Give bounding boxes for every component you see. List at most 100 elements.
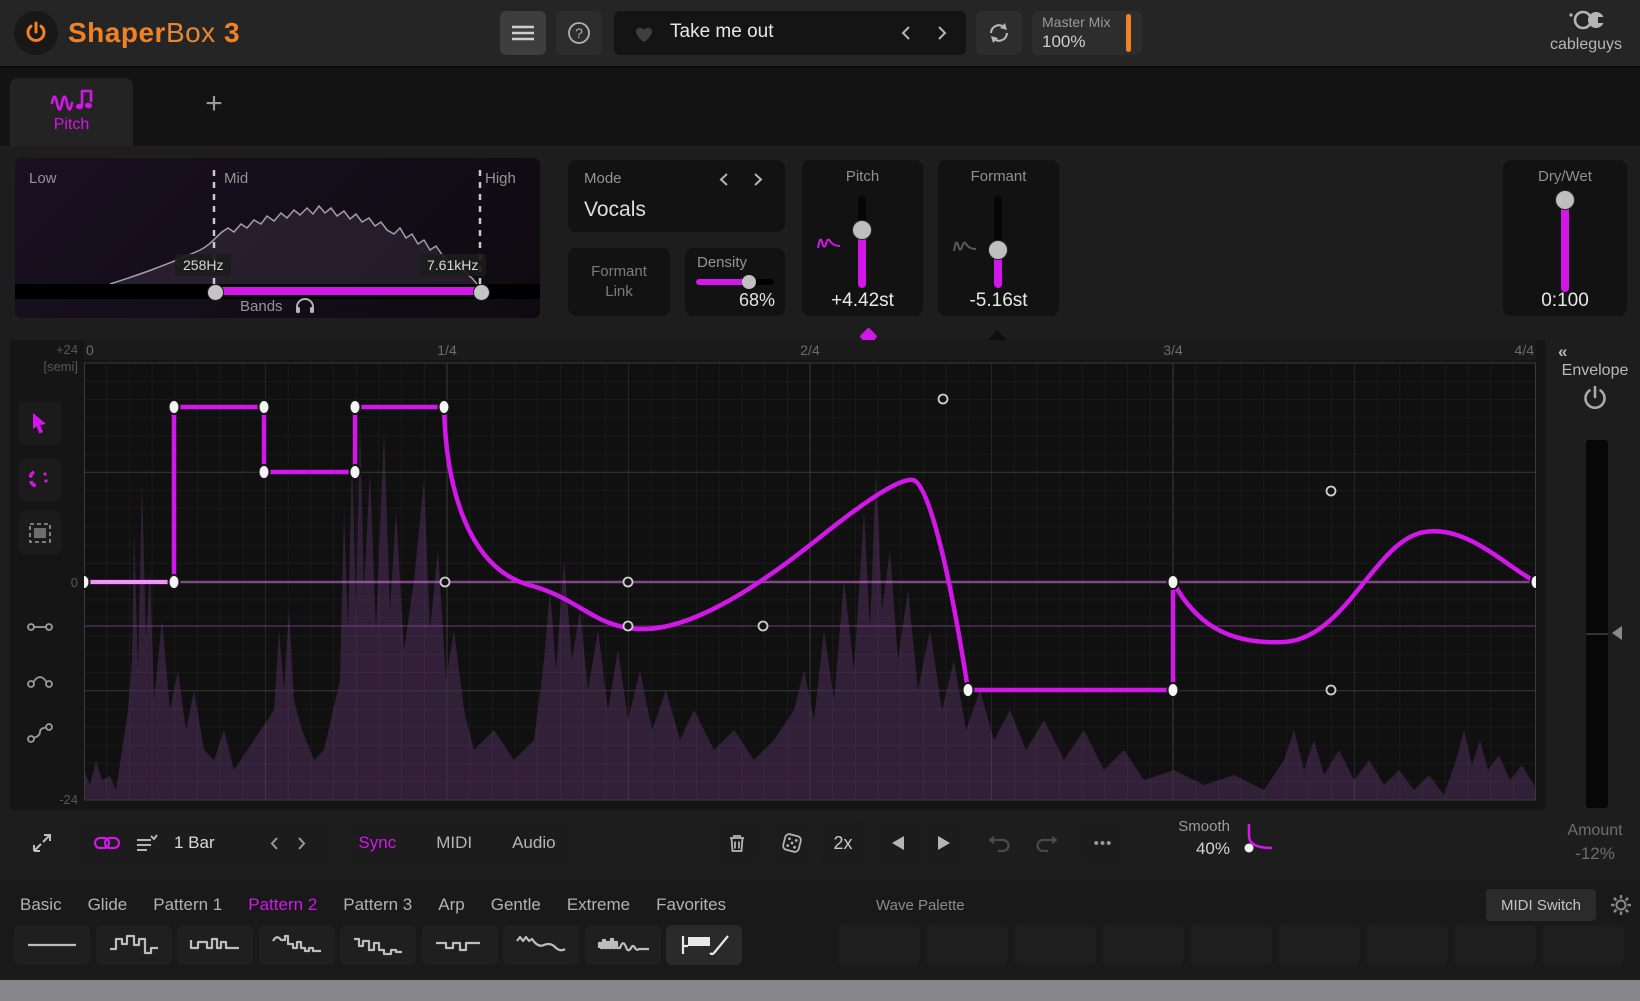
headphones-icon[interactable]: [295, 298, 315, 313]
link-icon[interactable]: [94, 836, 120, 850]
plugin-power-button[interactable]: [14, 11, 58, 55]
double-wave-button[interactable]: 2x: [821, 821, 865, 865]
shift-left-button[interactable]: [876, 821, 920, 865]
mode-panel[interactable]: Mode Vocals: [568, 160, 785, 232]
envelope-point[interactable]: [84, 575, 90, 589]
mode-prev-button[interactable]: [718, 172, 730, 187]
wave-palette-slot[interactable]: [838, 925, 920, 965]
formant-envelope-glyph[interactable]: [952, 235, 978, 255]
smooth-control[interactable]: Smooth 40%: [1130, 816, 1230, 861]
wave-preset-square-steps[interactable]: [96, 925, 172, 965]
clear-wave-button[interactable]: [715, 821, 759, 865]
tab-pitch[interactable]: Pitch: [10, 78, 133, 146]
expand-editor-button[interactable]: [22, 821, 62, 865]
envelope-curve-handle[interactable]: [1327, 686, 1336, 695]
wave-preset-curve-stairs[interactable]: [259, 925, 335, 965]
help-button[interactable]: ?: [556, 11, 602, 55]
cursor-tool-button[interactable]: [18, 401, 62, 445]
pitch-envelope-glyph[interactable]: [816, 232, 842, 252]
s-curve-tool-button[interactable]: [18, 711, 62, 755]
pattern-length-value[interactable]: 1 Bar: [174, 833, 215, 853]
pitch-slider-knob[interactable]: [852, 220, 872, 240]
density-slider-knob[interactable]: [742, 275, 756, 289]
envelope-point[interactable]: [350, 400, 361, 414]
wave-palette-slot[interactable]: [1190, 925, 1272, 965]
wave-preset-notched-steps[interactable]: [177, 925, 253, 965]
wave-category-extreme[interactable]: Extreme: [567, 895, 630, 915]
arc-tool-button[interactable]: [18, 658, 62, 702]
envelope-curve-handle[interactable]: [759, 622, 768, 631]
wave-category-favorites[interactable]: Favorites: [656, 895, 726, 915]
more-options-button[interactable]: •••: [1081, 821, 1125, 865]
mode-value[interactable]: Vocals: [584, 198, 646, 222]
band-split-panel[interactable]: Low Mid High 258Hz 7.61kHz Bands: [15, 158, 540, 318]
master-mix-control[interactable]: Master Mix 100%: [1032, 11, 1142, 55]
wave-palette-slot[interactable]: [926, 925, 1008, 965]
envelope-amount-slider[interactable]: [1586, 440, 1608, 808]
envelope-point[interactable]: [169, 400, 180, 414]
marquee-tool-button[interactable]: [18, 511, 62, 555]
magnet-tool-button[interactable]: [18, 458, 62, 502]
trigger-midi-button[interactable]: MIDI: [436, 833, 472, 853]
loop-compare-button[interactable]: [976, 11, 1022, 55]
envelope-curve-handle[interactable]: [624, 622, 633, 631]
wave-preset-step-dips[interactable]: [422, 925, 498, 965]
wave-category-arp[interactable]: Arp: [438, 895, 464, 915]
wave-palette-slot[interactable]: [1542, 925, 1624, 965]
wave-category-basic[interactable]: Basic: [20, 895, 62, 915]
main-menu-button[interactable]: [500, 11, 546, 55]
heart-icon[interactable]: [634, 25, 654, 43]
envelope-point[interactable]: [169, 575, 180, 589]
wave-category-glide[interactable]: Glide: [88, 895, 128, 915]
wave-palette-slot[interactable]: [1278, 925, 1360, 965]
density-panel[interactable]: Density 68%: [685, 248, 785, 316]
wave-palette-slot[interactable]: [1366, 925, 1448, 965]
envelope-point[interactable]: [1168, 683, 1179, 697]
wave-preset-complex-steps[interactable]: [340, 925, 416, 965]
envelope-point[interactable]: [259, 465, 270, 479]
wave-preset-flat[interactable]: [14, 925, 90, 965]
formant-value[interactable]: -5.16st: [938, 290, 1059, 312]
wave-preset-line-block-ramp[interactable]: [666, 925, 742, 965]
envelope-point[interactable]: [439, 400, 450, 414]
envelope-editor-canvas[interactable]: 01/42/43/44/4: [84, 340, 1536, 810]
formant-link-button[interactable]: Formant Link: [568, 248, 670, 316]
preset-prev-button[interactable]: [900, 25, 912, 41]
gear-icon[interactable]: [1610, 894, 1632, 916]
dry-wet-knob[interactable]: [1555, 190, 1575, 210]
wave-preset-bars-wave[interactable]: [585, 925, 661, 965]
envelope-point[interactable]: [1531, 575, 1537, 589]
wave-palette-slot[interactable]: [1454, 925, 1536, 965]
envelope-point[interactable]: [963, 683, 974, 697]
wave-category-pattern-2[interactable]: Pattern 2: [248, 895, 317, 915]
trigger-sync-button[interactable]: Sync: [358, 833, 396, 853]
envelope-point[interactable]: [350, 465, 361, 479]
preset-next-button[interactable]: [936, 25, 948, 41]
wave-palette-slot[interactable]: [1014, 925, 1096, 965]
line-tool-button[interactable]: [18, 605, 62, 649]
dry-wet-value[interactable]: 0:100: [1503, 290, 1627, 312]
mode-next-button[interactable]: [752, 172, 764, 187]
wave-category-pattern-1[interactable]: Pattern 1: [153, 895, 222, 915]
collapse-panel-button[interactable]: «: [1558, 342, 1566, 362]
envelope-point[interactable]: [259, 400, 270, 414]
band-high-split-value[interactable]: 7.61kHz: [419, 254, 486, 276]
envelope-power-button[interactable]: [1581, 384, 1609, 412]
envelope-curve-handle[interactable]: [624, 578, 633, 587]
envelope-curve-handle[interactable]: [441, 578, 450, 587]
wave-list-icon[interactable]: [136, 834, 158, 852]
wave-category-gentle[interactable]: Gentle: [491, 895, 541, 915]
envelope-curve-handle[interactable]: [1327, 487, 1336, 496]
shift-right-button[interactable]: [922, 821, 966, 865]
length-next-button[interactable]: [296, 836, 307, 851]
envelope-point[interactable]: [1168, 575, 1179, 589]
length-prev-button[interactable]: [269, 836, 280, 851]
midi-switch-button[interactable]: MIDI Switch: [1486, 889, 1596, 921]
envelope-curve-handle[interactable]: [939, 395, 948, 404]
pitch-value[interactable]: +4.42st: [802, 290, 923, 312]
randomize-button[interactable]: [770, 821, 814, 865]
formant-slider-knob[interactable]: [988, 240, 1008, 260]
undo-button[interactable]: [978, 821, 1022, 865]
redo-button[interactable]: [1024, 821, 1068, 865]
wave-palette-slot[interactable]: [1102, 925, 1184, 965]
